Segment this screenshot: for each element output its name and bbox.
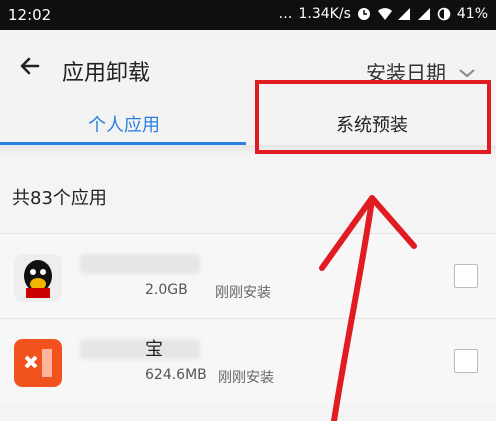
tab-personal-apps[interactable]: 个人应用 [0, 100, 248, 148]
signal-icon [397, 7, 411, 21]
status-time: 12:02 [8, 6, 52, 24]
ellipsis-icon: … [278, 6, 293, 22]
install-status: 刚刚安装 [215, 285, 271, 301]
select-checkbox[interactable] [454, 349, 478, 373]
app-size: 2.0GB [145, 282, 188, 298]
app-count: 共83个应用 [12, 188, 107, 209]
page-title: 应用卸载 [62, 61, 151, 86]
app-list: 2.0GB 刚刚安装 宝 624.6MB 刚刚安装 [0, 233, 496, 403]
app-name-redacted [80, 339, 200, 359]
app-size: 624.6MB [145, 367, 207, 383]
signal-icon-2 [417, 7, 431, 21]
app-name-suffix: 宝 [145, 339, 163, 360]
select-checkbox[interactable] [454, 264, 478, 288]
app-row[interactable]: 2.0GB 刚刚安装 [0, 233, 496, 318]
app-icon [14, 254, 62, 302]
app-icon [14, 339, 62, 387]
install-status: 刚刚安装 [218, 370, 274, 386]
status-bar: 12:02 … 1.34K/s 41% [0, 0, 496, 30]
wifi-icon [377, 7, 392, 21]
battery-percent: 41% [456, 6, 488, 22]
back-arrow-icon[interactable] [16, 52, 44, 80]
annotation-highlight-box [255, 80, 491, 154]
status-right: … 1.34K/s 41% [279, 6, 489, 22]
clock-icon [357, 7, 371, 21]
app-row[interactable]: 宝 624.6MB 刚刚安装 [0, 318, 496, 403]
app-name-redacted [80, 254, 200, 274]
network-speed: 1.34K/s [298, 6, 351, 22]
battery-icon [437, 7, 451, 21]
